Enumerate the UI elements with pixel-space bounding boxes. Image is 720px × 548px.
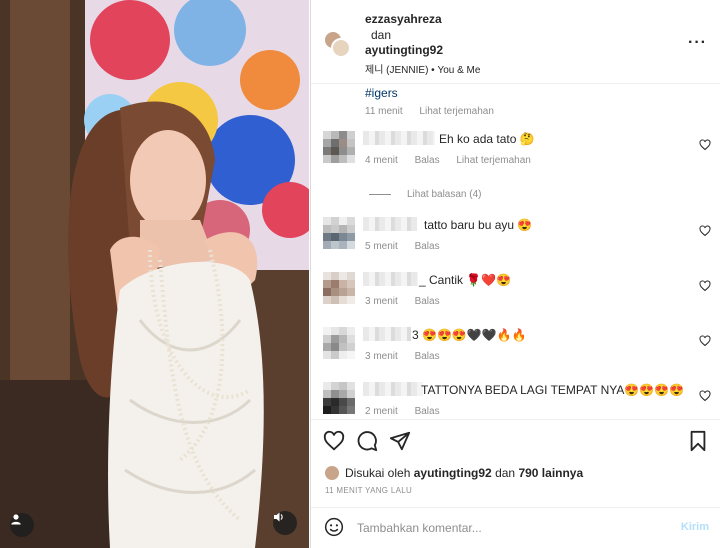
comment-bubble-icon[interactable] xyxy=(356,430,378,452)
author-username[interactable]: ezzasyahreza xyxy=(365,12,442,26)
comment-item: _ Cantik 🌹❤️😍 3 menit Balas xyxy=(311,272,720,318)
post-timestamp[interactable]: 11 MENIT YANG LALU xyxy=(325,486,412,495)
caption-time: 11 menit xyxy=(365,106,403,117)
caption-meta: 11 menit Lihat terjemahan xyxy=(365,106,508,117)
blurred-username[interactable] xyxy=(363,131,435,145)
bookmark-icon[interactable] xyxy=(687,430,709,452)
post-sidebar: ezzasyahreza dan ayutingting92 제니 (JENNI… xyxy=(310,0,720,548)
comment-meta: 5 menit Balas xyxy=(365,241,454,252)
comment-time: 3 menit xyxy=(365,351,398,362)
comment-meta: 3 menit Balas xyxy=(365,296,454,307)
collab-conjunction: dan xyxy=(371,28,392,42)
comment-text: Eh ko ada tato 🤔 xyxy=(439,132,535,146)
tagged-users-button[interactable] xyxy=(10,513,34,537)
comment-time: 2 menit xyxy=(365,406,398,417)
blurred-username[interactable] xyxy=(363,327,411,341)
audio-track-link[interactable]: 제니 (JENNIE) • You & Me xyxy=(365,61,480,76)
reply-link[interactable]: Balas xyxy=(415,351,440,362)
see-translation-link[interactable]: Lihat terjemahan xyxy=(456,155,531,166)
comment-text: TATTONYA BEDA LAGI TEMPAT NYA😍😍😍😍 xyxy=(421,383,685,397)
reply-link[interactable]: Balas xyxy=(415,241,440,252)
comment-time: 5 menit xyxy=(365,241,398,252)
comment-item: 3 😍😍😍🖤🖤🔥🔥 3 menit Balas xyxy=(311,327,720,373)
caption-hashtag[interactable]: #igers xyxy=(365,86,398,100)
like-heart-icon[interactable] xyxy=(323,430,345,452)
see-translation-link[interactable]: Lihat terjemahan xyxy=(419,106,494,117)
likes-middle: dan xyxy=(495,466,516,480)
speaker-icon xyxy=(274,512,283,522)
blurred-avatar[interactable] xyxy=(323,272,355,304)
avatar xyxy=(331,38,351,58)
blurred-avatar[interactable] xyxy=(323,131,355,163)
blurred-username[interactable] xyxy=(363,382,423,396)
post-header: ezzasyahreza dan ayutingting92 제니 (JENNI… xyxy=(311,0,720,84)
emoji-icon[interactable] xyxy=(324,517,344,537)
collab-username[interactable]: ayutingting92 xyxy=(365,43,443,57)
collab-avatars[interactable] xyxy=(323,30,351,58)
blurred-avatar[interactable] xyxy=(323,327,355,359)
heart-icon[interactable] xyxy=(699,335,711,347)
likes-prefix: Disukai oleh xyxy=(345,466,411,480)
comment-item: Eh ko ada tato 🤔 4 menit Balas Lihat ter… xyxy=(311,131,720,177)
comment-meta: 4 menit Balas Lihat terjemahan xyxy=(365,155,545,166)
heart-icon[interactable] xyxy=(699,225,711,237)
blurred-avatar[interactable] xyxy=(323,382,355,414)
audio-toggle-button[interactable] xyxy=(273,511,297,535)
heart-icon[interactable] xyxy=(699,280,711,292)
share-send-icon[interactable] xyxy=(389,430,411,452)
avatar xyxy=(325,466,339,480)
comment-text: tatto baru bu ayu 😍 xyxy=(424,218,533,232)
comment-time: 4 menit xyxy=(365,155,398,166)
comments-list[interactable]: #igers 11 menit Lihat terjemahan Eh ko a… xyxy=(311,84,720,418)
more-horizontal-icon[interactable]: ··· xyxy=(688,35,707,51)
comment-item: TATTONYA BEDA LAGI TEMPAT NYA😍😍😍😍 2 meni… xyxy=(311,382,720,418)
reply-link[interactable]: Balas xyxy=(415,296,440,307)
comment-text: 3 😍😍😍🖤🖤🔥🔥 xyxy=(412,328,527,342)
post-actions: Disukai oleh ayutingting92 dan 790 lainn… xyxy=(311,419,720,507)
blurred-username[interactable] xyxy=(363,217,417,231)
likes-count[interactable]: 790 lainnya xyxy=(518,466,583,480)
comment-meta: 2 menit Balas xyxy=(365,406,454,417)
post-comment-button[interactable]: Kirim xyxy=(681,521,709,533)
heart-icon[interactable] xyxy=(699,139,711,151)
view-replies-link[interactable]: Lihat balasan (4) xyxy=(369,189,482,200)
user-icon xyxy=(11,514,21,525)
likes-summary[interactable]: Disukai oleh ayutingting92 dan 790 lainn… xyxy=(325,466,583,480)
reply-link[interactable]: Balas xyxy=(415,155,440,166)
blurred-avatar[interactable] xyxy=(323,217,355,249)
comment-time: 3 menit xyxy=(365,296,398,307)
likes-user[interactable]: ayutingting92 xyxy=(414,466,492,480)
blurred-username[interactable] xyxy=(363,272,418,286)
reply-link[interactable]: Balas xyxy=(415,406,440,417)
heart-icon[interactable] xyxy=(699,390,711,402)
post-photo xyxy=(0,0,309,548)
comment-text: _ Cantik 🌹❤️😍 xyxy=(419,273,512,287)
view-replies-label: Lihat balasan (4) xyxy=(407,189,482,200)
comment-input[interactable] xyxy=(357,516,657,540)
post-media[interactable] xyxy=(0,0,309,548)
comment-composer: Kirim xyxy=(311,507,720,548)
comment-meta: 3 menit Balas xyxy=(365,351,454,362)
comment-item: tatto baru bu ayu 😍 5 menit Balas xyxy=(311,217,720,263)
